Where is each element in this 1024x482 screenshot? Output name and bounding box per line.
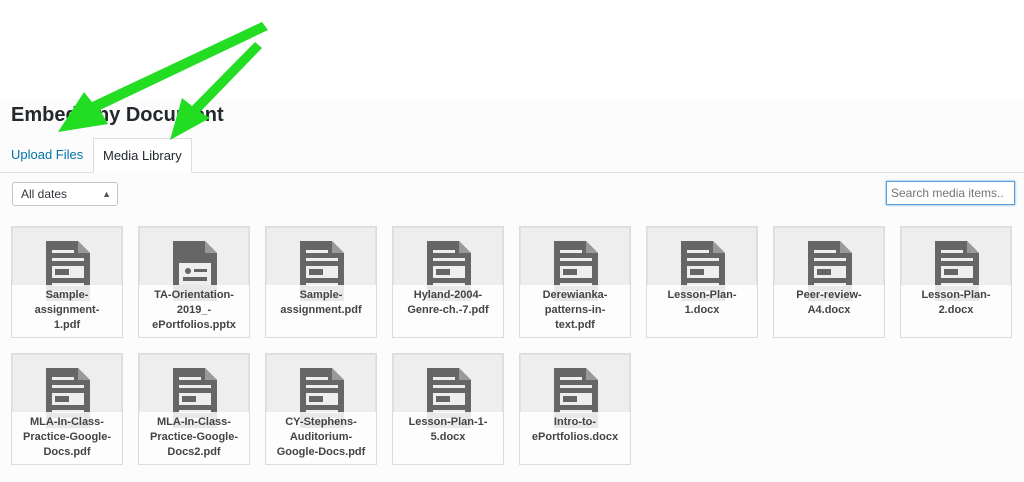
tab-bar: Upload Files Media Library [0,138,1024,173]
media-item-tile[interactable]: Sample- assignment.pdf [265,226,377,338]
media-item-tile[interactable]: Derewianka- patterns-in- text.pdf [519,226,631,338]
select-updown-icon: ▲ [102,189,111,199]
media-item-filename: Lesson-Plan-1- 5.docx [393,412,503,464]
media-item-filename: TA-Orientation- 2019_- ePortfolios.pptx [139,285,249,337]
search-media-input[interactable] [886,181,1015,205]
media-item-filename: Peer-review- A4.docx [774,285,884,337]
tab-upload-files[interactable]: Upload Files [2,138,92,171]
media-item-tile[interactable]: Sample- assignment- 1.pdf [11,226,123,338]
media-item-filename: MLA-In-Class- Practice-Google- Docs.pdf [12,412,122,464]
media-item-filename: Hyland-2004- Genre-ch.-7.pdf [393,285,503,337]
media-item-filename: MLA-In-Class- Practice-Google- Docs2.pdf [139,412,249,464]
media-item-tile[interactable]: Hyland-2004- Genre-ch.-7.pdf [392,226,504,338]
media-item-tile[interactable]: Peer-review- A4.docx [773,226,885,338]
media-item-tile[interactable]: Lesson-Plan-1- 5.docx [392,353,504,465]
media-item-tile[interactable]: MLA-In-Class- Practice-Google- Docs.pdf [11,353,123,465]
media-item-tile[interactable]: Intro-to- ePortfolios.docx [519,353,631,465]
media-item-tile[interactable]: MLA-In-Class- Practice-Google- Docs2.pdf [138,353,250,465]
date-filter-select[interactable]: All dates ▲ [12,182,118,206]
media-item-tile[interactable]: Lesson-Plan- 2.docx [900,226,1012,338]
media-item-filename: CY-Stephens- Auditorium- Google-Docs.pdf [266,412,376,464]
media-item-tile[interactable]: CY-Stephens- Auditorium- Google-Docs.pdf [265,353,377,465]
media-item-filename: Derewianka- patterns-in- text.pdf [520,285,630,337]
modal-title: Embed Any Document [11,104,224,126]
media-item-filename: Intro-to- ePortfolios.docx [520,412,630,464]
media-item-filename: Sample- assignment.pdf [266,285,376,337]
date-filter-value: All dates [21,187,68,201]
media-item-filename: Sample- assignment- 1.pdf [12,285,122,337]
media-item-filename: Lesson-Plan- 1.docx [647,285,757,337]
media-item-tile[interactable]: Lesson-Plan- 1.docx [646,226,758,338]
media-item-filename: Lesson-Plan- 2.docx [901,285,1011,337]
tab-media-library[interactable]: Media Library [93,138,192,173]
media-item-tile[interactable]: TA-Orientation- 2019_- ePortfolios.pptx [138,226,250,338]
